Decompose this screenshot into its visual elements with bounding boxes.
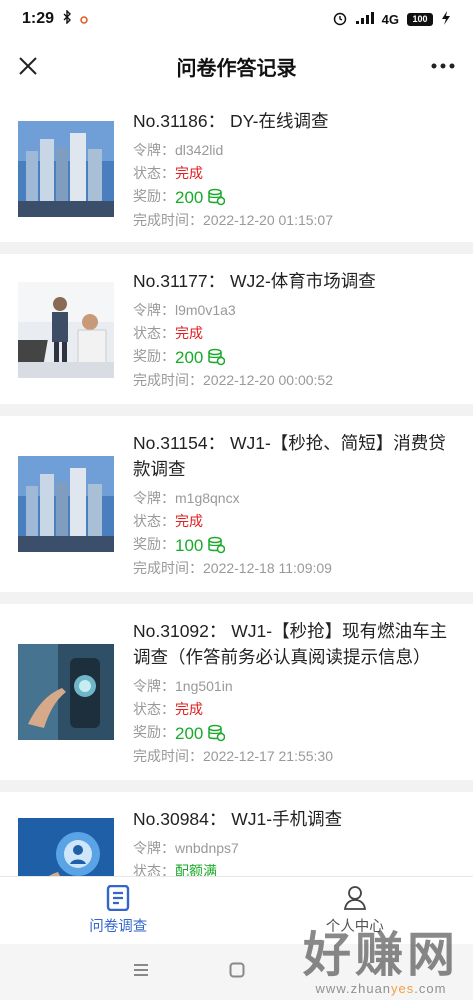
token-label: 令牌：: [133, 490, 175, 506]
token-label: 令牌：: [133, 302, 175, 318]
finished-time: 2022-12-20 00:00:52: [203, 371, 333, 388]
status-value: 完成: [175, 513, 203, 529]
person-icon: [343, 886, 366, 910]
record-title: No.31154： WJ1-【秒抢、简短】消费贷款调查: [133, 433, 446, 479]
status-value: 配额满: [175, 863, 217, 876]
watermark: 好赚网 www.zhuanyes.com: [303, 929, 459, 996]
watermark-url-pre: www.zhuan: [315, 981, 392, 996]
app-root: 1:29 4G 100 问卷作答记录 No.31186： DY-在线调查 令牌：…: [0, 0, 473, 1000]
coin-stack-icon: [208, 349, 226, 366]
charging-icon: [441, 10, 451, 28]
record-image-city: [18, 456, 114, 552]
token-value: dl342lid: [175, 142, 224, 158]
record-card[interactable]: No.31186： DY-在线调查 令牌：dl342lid 状态：完成 奖励： 2…: [0, 94, 473, 242]
record-card[interactable]: No.31154： WJ1-【秒抢、简短】消费贷款调查 令牌：m1g8qncx …: [0, 416, 473, 592]
bluetooth-icon: [62, 9, 72, 28]
token-value: l9m0v1a3: [175, 302, 236, 318]
token-label: 令牌：: [133, 678, 175, 694]
reward-value: 200: [175, 723, 204, 743]
watermark-url-highlight: yes: [391, 981, 415, 996]
notification-dot-icon: [80, 11, 88, 28]
more-button[interactable]: [427, 50, 459, 82]
status-label: 状态：: [133, 513, 175, 529]
status-label: 状态：: [133, 165, 175, 181]
battery-icon: 100: [407, 12, 433, 26]
time-label: 完成时间：: [133, 371, 203, 388]
status-bar: 1:29 4G 100: [0, 0, 473, 38]
finished-time: 2022-12-20 01:15:07: [203, 211, 333, 228]
finished-time: 2022-12-17 21:55:30: [203, 747, 333, 764]
status-value: 完成: [175, 165, 203, 181]
watermark-url-post: .com: [414, 981, 447, 996]
record-list: No.31186： DY-在线调查 令牌：dl342lid 状态：完成 奖励： 2…: [0, 94, 473, 876]
status-label: 状态：: [133, 863, 175, 876]
coin-stack-icon: [208, 189, 226, 206]
battery-level: 100: [412, 14, 428, 24]
record-title: No.31186： DY-在线调查: [133, 111, 329, 131]
watermark-url: www.zhuanyes.com: [303, 981, 459, 996]
reward-label: 奖励：: [133, 536, 175, 552]
status-value: 完成: [175, 325, 203, 341]
status-label: 状态：: [133, 325, 175, 341]
status-label: 状态：: [133, 701, 175, 717]
alarm-icon: [332, 10, 348, 29]
menu-icon[interactable]: [133, 963, 149, 982]
reward-label: 奖励：: [133, 188, 175, 204]
time-label: 完成时间：: [133, 747, 203, 764]
token-label: 令牌：: [133, 840, 175, 856]
record-card[interactable]: No.31092： WJ1-【秒抢】现有燃油车主调查（作答前务必认真阅读提示信息…: [0, 604, 473, 780]
token-label: 令牌：: [133, 142, 175, 158]
header-bar: 问卷作答记录: [0, 38, 473, 94]
reward-label: 奖励：: [133, 348, 175, 364]
survey-icon: [107, 885, 130, 911]
token-value: m1g8qncx: [175, 490, 240, 506]
reward-value: 100: [175, 535, 204, 555]
signal-icon: [355, 11, 374, 27]
home-icon[interactable]: [229, 962, 245, 983]
page-title: 问卷作答记录: [176, 57, 297, 80]
tab-survey[interactable]: 问卷调查: [0, 877, 237, 944]
close-icon: [19, 57, 37, 75]
watermark-logo-text: 好赚网: [302, 927, 459, 983]
time-label: 完成时间：: [133, 559, 203, 576]
record-title: No.31092： WJ1-【秒抢】现有燃油车主调查（作答前务必认真阅读提示信息…: [133, 621, 448, 667]
coin-stack-icon: [208, 725, 226, 742]
reward-value: 200: [175, 347, 204, 367]
finished-time: 2022-12-18 11:09:09: [203, 559, 332, 576]
record-image-touch: [18, 644, 114, 740]
status-value: 完成: [175, 701, 203, 717]
coin-stack-icon: [208, 537, 226, 554]
record-image-office: [18, 282, 114, 378]
record-card[interactable]: No.30984： WJ1-手机调查 令牌：wnbdnps7 状态：配额满: [0, 792, 473, 876]
time-label: 完成时间：: [133, 211, 203, 228]
more-icon: [431, 63, 455, 69]
reward-label: 奖励：: [133, 724, 175, 740]
close-button[interactable]: [12, 50, 44, 82]
status-time: 1:29: [22, 10, 55, 27]
network-type: 4G: [381, 11, 399, 27]
record-title: No.30984： WJ1-手机调查: [133, 809, 343, 829]
record-title: No.31177： WJ2-体育市场调查: [133, 271, 376, 291]
record-card[interactable]: No.31177： WJ2-体育市场调查 令牌：l9m0v1a3 状态：完成 奖…: [0, 254, 473, 404]
record-image-phone: [18, 818, 114, 876]
token-value: wnbdnps7: [175, 840, 239, 856]
tab-survey-label: 问卷调查: [89, 919, 148, 935]
record-image-city: [18, 121, 114, 217]
reward-value: 200: [175, 187, 204, 207]
token-value: 1ng501in: [175, 678, 233, 694]
